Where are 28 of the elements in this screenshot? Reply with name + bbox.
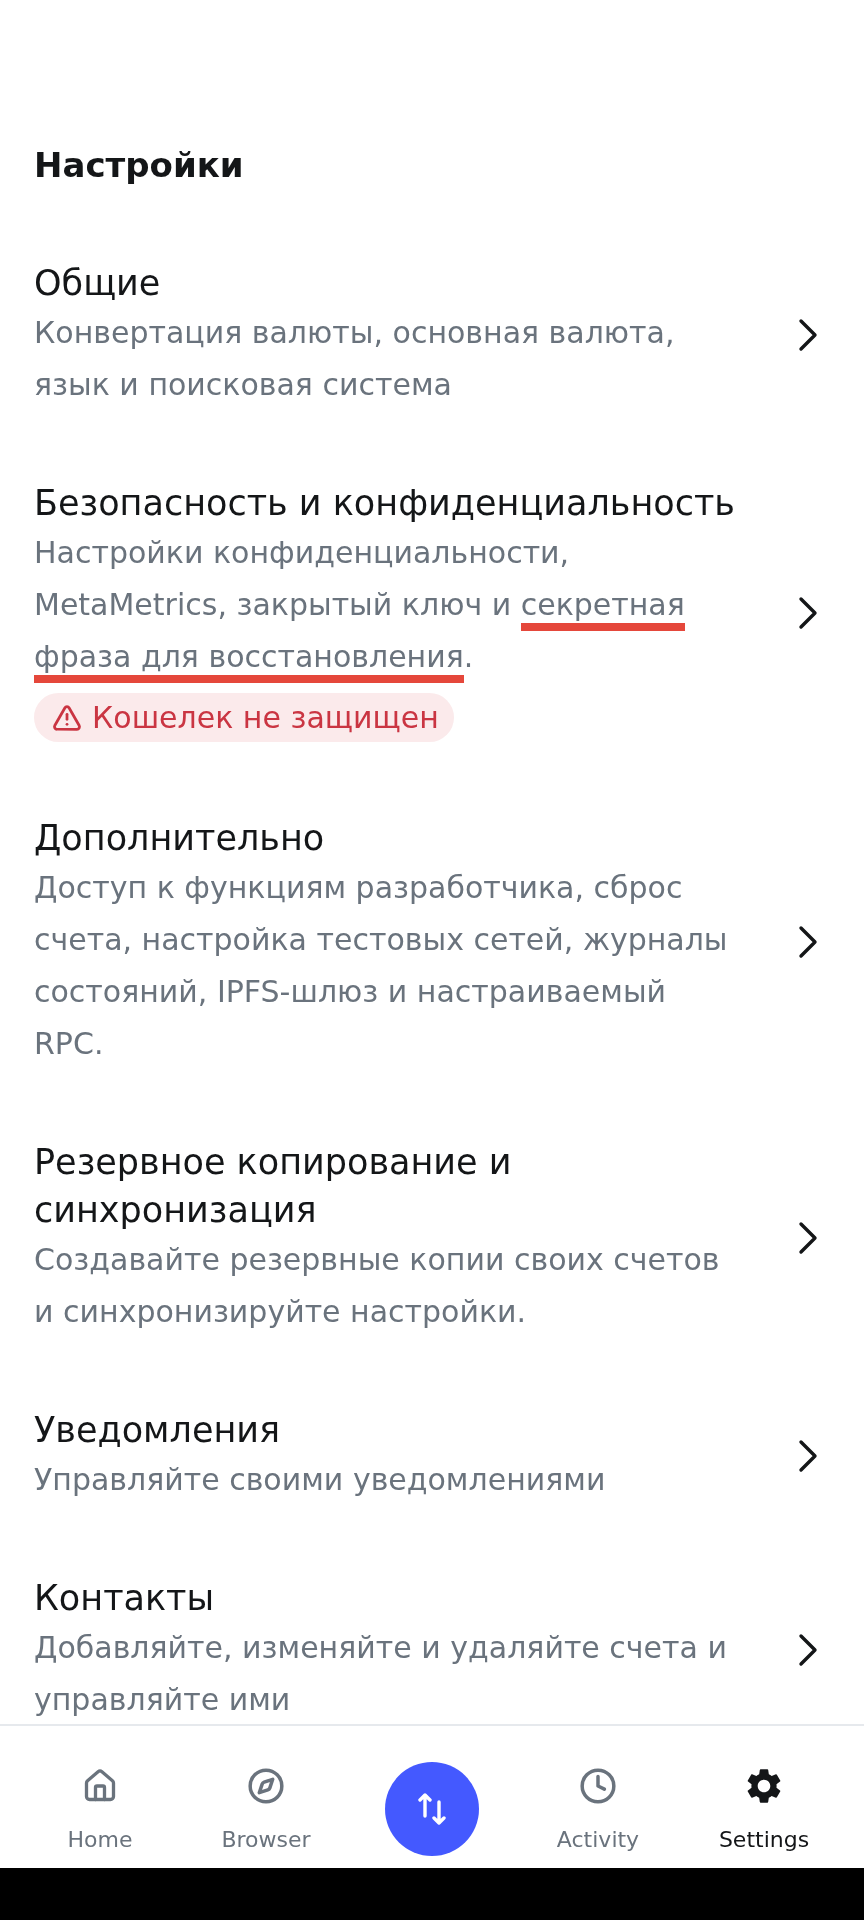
badge-text: Кошелек не защищен [92, 699, 439, 736]
chevron-right-icon[interactable] [798, 1439, 818, 1473]
section-title: Контакты [34, 1577, 215, 1620]
warning-icon [52, 702, 82, 733]
chevron-right-icon[interactable] [798, 318, 818, 352]
chevron-right-icon[interactable] [798, 925, 818, 959]
chevron-right-icon[interactable] [798, 1221, 818, 1255]
nav-tab[interactable]: Settings [712, 1762, 816, 1854]
section-description: Управляйте своими уведомлениями [34, 1461, 606, 1499]
nav-tab[interactable]: Activity [550, 1762, 646, 1854]
section-title: Резервное копирование и синхронизация [34, 1141, 513, 1232]
section-title: Уведомления [34, 1409, 281, 1452]
nav-tab[interactable]: Browser [215, 1762, 317, 1854]
section-description: Конвертация валюты, основная валюта, язык и поисковая система [34, 314, 676, 404]
section-title: Дополнительно [34, 817, 325, 860]
section-title: Общие [34, 262, 161, 305]
swap-arrows-icon [418, 1792, 446, 1826]
clock-icon [579, 1767, 617, 1805]
section-description: Добавляйте, изменяйте и удаляйте счета и управляйте ими [34, 1629, 728, 1719]
home-icon [82, 1768, 118, 1804]
section-title: Безопасность и конфиденциальность [34, 482, 735, 525]
section-description: Создавайте резервные копии своих счетов и синхронизируйте настройки. [34, 1241, 721, 1331]
chevron-right-icon[interactable] [798, 595, 818, 630]
section-description: Доступ к функциям разработчика, сброс счета, настройка тестовых сетей, журналы состояний, IPFS-шлюз и настраиваемый RPC. [34, 869, 729, 1063]
nav-tab[interactable]: Home [61, 1762, 139, 1854]
compass-icon [247, 1767, 285, 1805]
chevron-right-icon[interactable] [798, 1633, 818, 1667]
page-title: Настройки [34, 145, 244, 185]
